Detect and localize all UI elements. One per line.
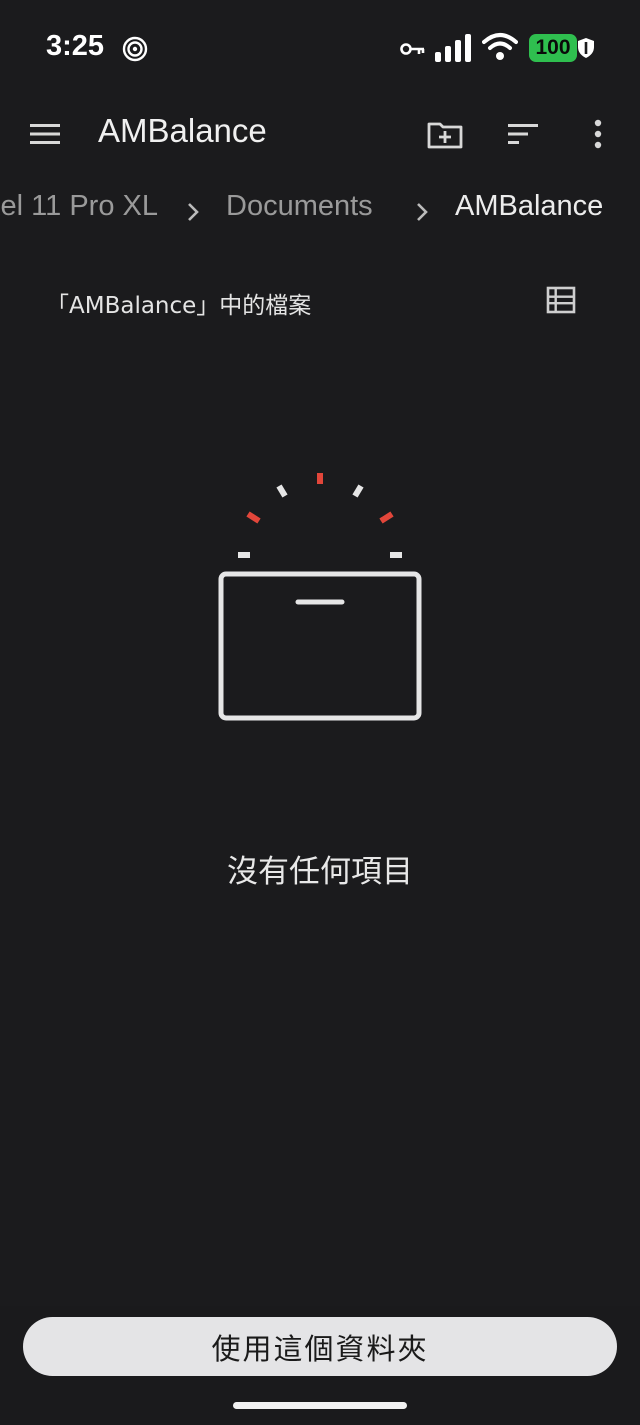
- breadcrumb-item-documents[interactable]: Documents: [226, 190, 373, 223]
- files-header: 「AMBalance」中的檔案: [0, 284, 640, 324]
- chevron-right-icon: [188, 203, 199, 221]
- empty-state-message: 沒有任何項目: [227, 854, 413, 890]
- app-title: AMBalance: [98, 112, 267, 149]
- shield-icon: [578, 38, 594, 58]
- home-indicator[interactable]: [233, 1402, 407, 1409]
- breadcrumb-item-device[interactable]: xel 11 Pro XL: [0, 190, 158, 223]
- screen: 3:25 100 AMBalance xel 11 Pro XL Documen…: [0, 0, 640, 1425]
- status-time: 3:25: [46, 30, 105, 62]
- wifi-icon: [482, 33, 518, 60]
- key-icon: [400, 43, 425, 55]
- battery-indicator: 100: [529, 34, 577, 62]
- chevron-right-icon: [417, 203, 428, 221]
- breadcrumb: xel 11 Pro XL Documents AMBalance: [0, 190, 640, 236]
- files-section-label: 「AMBalance」中的檔案: [46, 293, 312, 319]
- app-bar: AMBalance: [0, 96, 640, 172]
- empty-box-icon: [218, 473, 422, 721]
- swirl-icon: [122, 36, 148, 62]
- menu-icon[interactable]: [28, 120, 62, 148]
- bottom-bar: 使用這個資料夾: [0, 1306, 640, 1425]
- sort-icon[interactable]: [506, 120, 540, 148]
- signal-icon: [435, 34, 471, 62]
- status-bar: 3:25 100: [0, 0, 640, 96]
- new-folder-icon[interactable]: [426, 118, 464, 150]
- use-this-folder-button[interactable]: 使用這個資料夾: [23, 1317, 617, 1376]
- more-vert-icon[interactable]: [588, 118, 608, 150]
- list-view-icon[interactable]: [546, 286, 576, 314]
- breadcrumb-item-current[interactable]: AMBalance: [455, 190, 603, 223]
